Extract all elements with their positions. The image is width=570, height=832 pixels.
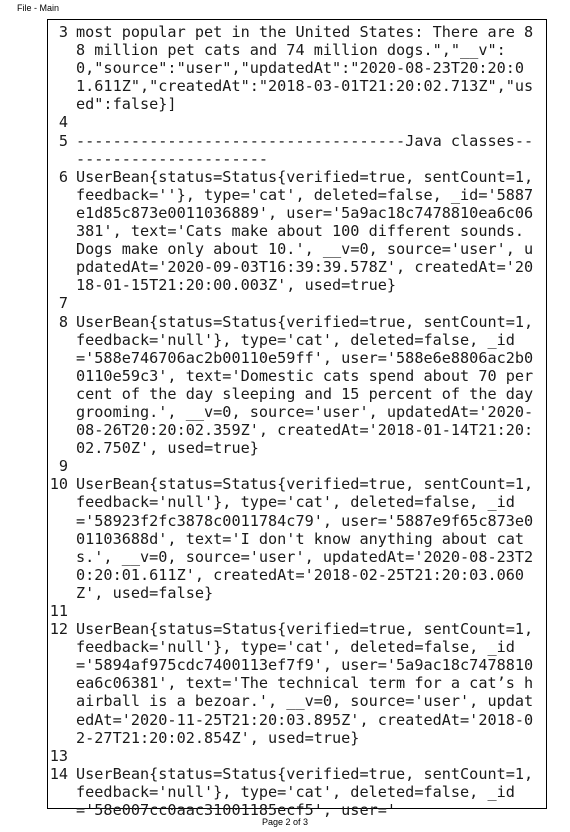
code-line: 4 xyxy=(44,113,550,131)
code-line: 3 most popular pet in the United States:… xyxy=(44,23,550,113)
line-number: 7 xyxy=(58,294,68,313)
line-number: 5 xyxy=(58,131,68,150)
line-number: 10 xyxy=(49,475,68,494)
line-number: 4 xyxy=(58,113,68,132)
line-text: UserBean{status=Status{verified=true, se… xyxy=(76,764,543,820)
code-line: 7 xyxy=(44,294,550,312)
code-line: 11 xyxy=(44,602,550,620)
line-text: UserBean{status=Status{verified=true, se… xyxy=(76,475,543,602)
line-number: 14 xyxy=(49,764,68,783)
code-line: 5 ------------------------------------Ja… xyxy=(44,132,550,168)
page-header-title: File - Main xyxy=(17,3,60,13)
line-text: most popular pet in the United States: T… xyxy=(76,23,534,114)
line-text: UserBean{status=Status{verified=true, se… xyxy=(76,167,543,295)
line-number: 12 xyxy=(49,620,68,639)
line-number: 6 xyxy=(58,167,68,186)
line-text: UserBean{status=Status{verified=true, se… xyxy=(76,312,543,458)
code-line: 8 UserBean{status=Status{verified=true, … xyxy=(44,313,550,458)
code-listing: 3 most popular pet in the United States:… xyxy=(44,23,550,819)
line-number: 3 xyxy=(58,23,68,41)
code-line: 12 UserBean{status=Status{verified=true,… xyxy=(44,620,550,747)
line-number: 13 xyxy=(49,746,68,765)
line-text: ------------------------------------Java… xyxy=(76,131,534,168)
code-line: 14 UserBean{status=Status{verified=true,… xyxy=(44,765,550,819)
page-number: Page 2 of 3 xyxy=(261,817,309,827)
code-line: 13 xyxy=(44,747,550,765)
line-number: 9 xyxy=(58,457,68,476)
line-text: UserBean{status=Status{verified=true, se… xyxy=(76,620,543,747)
line-number: 8 xyxy=(58,312,68,331)
code-line: 10 UserBean{status=Status{verified=true,… xyxy=(44,475,550,602)
line-number: 11 xyxy=(49,602,68,620)
code-line: 6 UserBean{status=Status{verified=true, … xyxy=(44,168,550,295)
code-line: 9 xyxy=(44,457,550,475)
